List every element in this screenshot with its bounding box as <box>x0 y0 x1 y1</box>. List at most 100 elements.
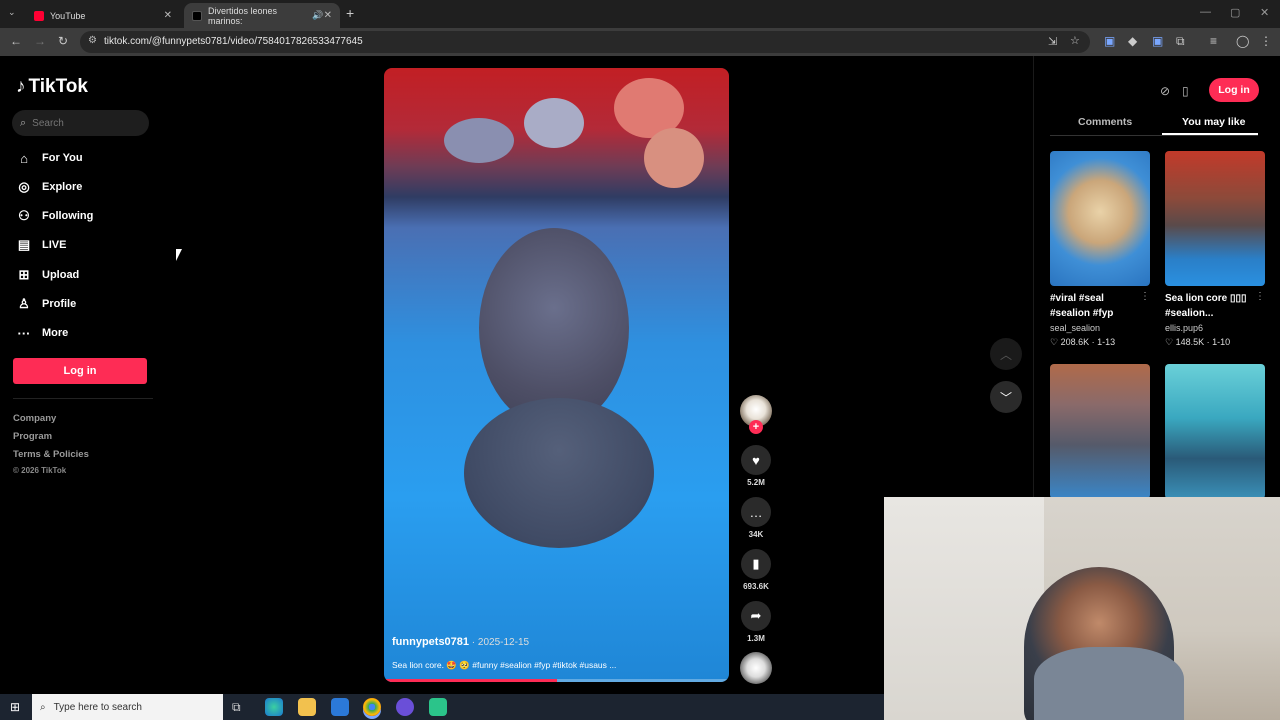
card-username[interactable]: ellis.pup6 <box>1165 323 1203 333</box>
menu-icon[interactable]: ⋮ <box>1260 34 1272 48</box>
sidebar-item-label: Profile <box>42 298 77 310</box>
comment-action[interactable]: … 34K <box>740 497 772 539</box>
browser-tab-tiktok[interactable]: Divertidos leones marinos: 🔊 ✕ <box>184 3 340 28</box>
next-video-button[interactable]: ﹀ <box>990 381 1022 413</box>
home-icon: ⌂ <box>20 150 28 166</box>
close-tab-icon[interactable]: ✕ <box>164 10 172 21</box>
sidebar-item-following[interactable]: ⚇ Following <box>16 207 93 225</box>
browser-tab-youtube[interactable]: YouTube ✕ <box>26 3 180 28</box>
close-tab-icon[interactable]: ✕ <box>324 10 332 21</box>
card-title[interactable]: Sea lion core ▯▯▯ #sealion... <box>1165 291 1255 321</box>
bookmark-star-icon[interactable]: ☆ <box>1070 34 1080 47</box>
card-date: 1-10 <box>1212 337 1231 347</box>
sea-lion-body <box>464 398 654 548</box>
heart-icon[interactable]: ♥ <box>741 445 771 475</box>
video-thumbnail[interactable] <box>1165 364 1265 499</box>
maximize-button[interactable]: ▢ <box>1230 6 1240 19</box>
sidebar-item-for-you[interactable]: ⌂ For You <box>16 149 83 167</box>
speaker-icon[interactable]: 🔊 <box>312 10 323 21</box>
back-icon[interactable]: ← <box>10 34 22 48</box>
store-icon[interactable] <box>331 698 349 716</box>
windows-start-icon[interactable]: ⊞ <box>10 700 20 714</box>
more-options-icon[interactable]: ⋮ <box>1140 291 1150 302</box>
bookmark-icon[interactable]: ▮ <box>741 549 771 579</box>
reload-icon[interactable]: ↻ <box>58 34 68 48</box>
active-tab-indicator <box>1162 133 1258 135</box>
obs-icon[interactable] <box>396 698 414 716</box>
video-progress-bar[interactable] <box>384 679 729 682</box>
sidebar-item-more[interactable]: ··· More <box>16 324 69 342</box>
site-info-icon[interactable]: ⚙ <box>88 35 97 46</box>
sidebar-item-live[interactable]: ▤ LIVE <box>16 236 67 254</box>
sidebar-item-explore[interactable]: ◎ Explore <box>16 178 82 196</box>
card-title[interactable]: #viral #seal #sealion #fyp <box>1050 291 1140 321</box>
video-thumbnail[interactable] <box>1050 364 1150 499</box>
like-count: 5.2M <box>747 478 765 487</box>
file-explorer-icon[interactable] <box>298 698 316 716</box>
new-tab-button[interactable]: + <box>346 5 354 21</box>
login-button[interactable]: Log in <box>13 358 147 384</box>
close-window-button[interactable]: ✕ <box>1260 6 1269 19</box>
share-action[interactable]: ➦ 1.3M <box>740 601 772 643</box>
install-icon[interactable]: ⇲ <box>1048 35 1057 48</box>
video-author[interactable]: funnypets0781 · 2025-12-15 <box>392 636 529 648</box>
minimize-button[interactable]: — <box>1200 6 1211 18</box>
taskbar-search[interactable]: ⌕ Type here to search <box>32 694 223 720</box>
sidebar-item-label: Explore <box>42 181 83 193</box>
share-icon[interactable]: ➦ <box>741 601 771 631</box>
post-date: · 2025-12-15 <box>469 637 530 648</box>
follow-plus-icon[interactable]: + <box>749 420 763 434</box>
search-box[interactable]: ⌕ <box>12 110 149 136</box>
extension-icon[interactable]: ▣ <box>1152 34 1163 48</box>
puzzle-icon[interactable]: ⧉ <box>1176 34 1185 49</box>
footer-link-terms[interactable]: Terms & Policies <box>13 449 89 460</box>
tab-title: YouTube <box>50 10 86 21</box>
sidebar-item-label: For You <box>42 152 83 164</box>
sidebar-item-label: Upload <box>42 269 80 281</box>
video-thumbnail[interactable] <box>1165 151 1265 286</box>
hoodie <box>1034 647 1184 720</box>
app-icon[interactable] <box>429 698 447 716</box>
progress-fill <box>384 679 557 682</box>
compass-icon: ◎ <box>18 179 30 194</box>
save-action[interactable]: ▮ 693.6K <box>740 549 772 591</box>
device-icon[interactable]: ▯ <box>1182 84 1189 98</box>
heart-icon: ♡ <box>1165 337 1174 347</box>
video-thumbnail[interactable] <box>1050 151 1150 286</box>
comment-icon[interactable]: … <box>741 497 771 527</box>
login-button-top[interactable]: Log in <box>1209 78 1259 102</box>
profile-icon[interactable]: ◯ <box>1236 34 1249 48</box>
card-likes: 148.5K <box>1175 337 1205 347</box>
forward-icon[interactable]: → <box>34 34 46 48</box>
tab-title: Divertidos leones marinos: <box>208 5 278 26</box>
footer-link-company[interactable]: Company <box>13 413 56 424</box>
sidebar-item-upload[interactable]: ⊞ Upload <box>16 266 80 284</box>
heart-icon: ♡ <box>1050 337 1059 347</box>
address-bar[interactable]: ⚙ tiktok.com/@funnypets0781/video/758401… <box>80 31 1090 53</box>
task-view-icon[interactable]: ⧉ <box>232 700 241 715</box>
tab-list-icon[interactable]: ≡ <box>1210 34 1217 48</box>
video-player[interactable]: funnypets0781 · 2025-12-15 Sea lion core… <box>384 68 729 682</box>
music-disc[interactable] <box>740 652 772 684</box>
tab-you-may-like[interactable]: You may like <box>1182 116 1245 128</box>
like-action[interactable]: ♥ 5.2M <box>740 445 772 487</box>
card-stats: ♡ 148.5K · 1-10 <box>1165 337 1231 347</box>
translate-extension-icon[interactable]: ▣ <box>1104 34 1115 48</box>
search-input[interactable] <box>32 117 133 129</box>
username[interactable]: funnypets0781 <box>392 636 469 648</box>
compass-icon[interactable]: ⊘ <box>1160 84 1170 98</box>
extension-icon[interactable]: ◆ <box>1128 34 1137 48</box>
card-username[interactable]: seal_sealion <box>1050 323 1100 333</box>
tab-comments[interactable]: Comments <box>1078 116 1132 128</box>
tiktok-note-icon: ♪ <box>16 76 26 97</box>
edge-icon[interactable] <box>265 698 283 716</box>
video-frame-art <box>644 128 704 188</box>
following-icon: ⚇ <box>18 208 30 223</box>
tab-search-icon[interactable]: ⌄ <box>8 7 16 18</box>
sidebar-item-profile[interactable]: ♙ Profile <box>16 295 76 313</box>
footer-link-program[interactable]: Program <box>13 431 52 442</box>
previous-video-button[interactable]: ︿ <box>990 338 1022 370</box>
more-options-icon[interactable]: ⋮ <box>1255 291 1265 302</box>
tiktok-logo[interactable]: ♪ TikTok <box>16 76 88 98</box>
chrome-icon[interactable] <box>363 698 381 716</box>
